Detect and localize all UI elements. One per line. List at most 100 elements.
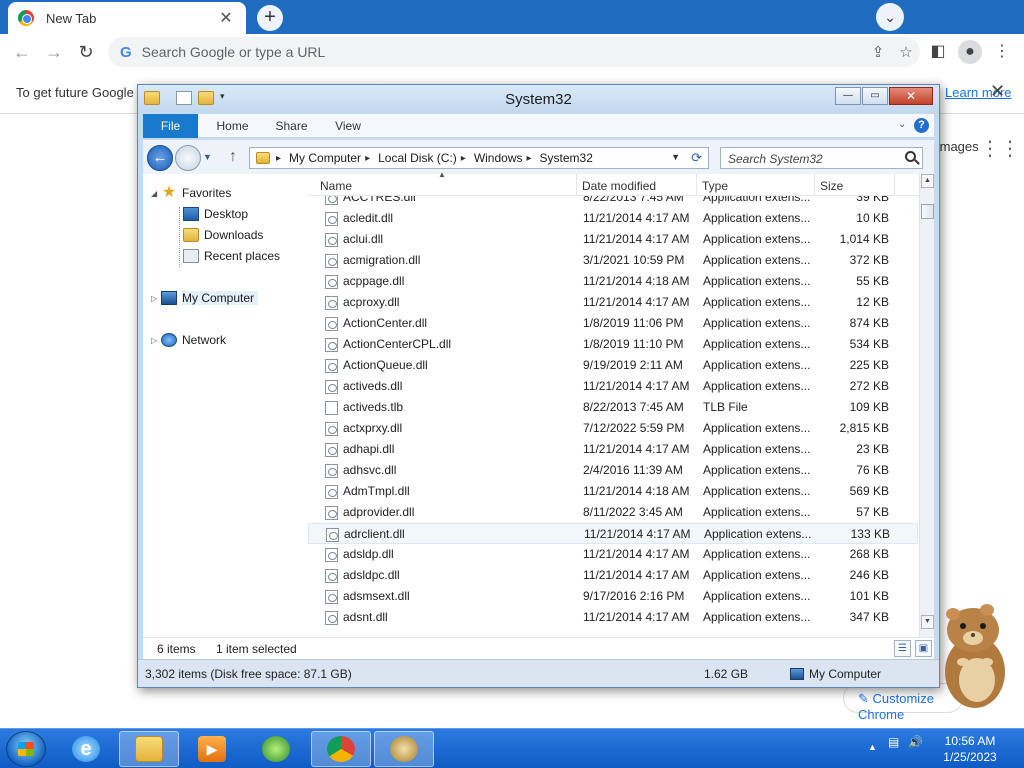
breadcrumb-chevron-icon[interactable]: ▸: [276, 153, 281, 164]
share-icon[interactable]: ⇪: [864, 43, 892, 61]
scroll-up-arrow-icon[interactable]: ▲: [921, 174, 934, 188]
google-apps-icon[interactable]: ⋮⋮: [980, 137, 1020, 161]
details-view-icon[interactable]: ☰: [894, 640, 911, 657]
file-row[interactable]: actxprxy.dll 7/12/2022 5:59 PM Application…: [308, 418, 918, 439]
file-row[interactable]: acproxy.dll 11/21/2014 4:17 AM Application…: [308, 292, 918, 313]
help-icon[interactable]: ?: [914, 118, 929, 133]
nav-recent-places[interactable]: Recent places: [183, 246, 280, 266]
nav-network[interactable]: ▷ Network: [151, 330, 226, 350]
address-bar[interactable]: ▸ My Computer ▸ Local Disk (C:) ▸ Window…: [249, 147, 709, 169]
column-header-type[interactable]: Type: [702, 179, 728, 193]
scrollbar-thumb[interactable]: [921, 204, 934, 219]
taskbar-internet-explorer[interactable]: e: [56, 731, 116, 767]
search-input[interactable]: Search System32: [720, 147, 923, 169]
back-arrow-icon[interactable]: ←: [10, 40, 34, 64]
bookmark-star-icon[interactable]: ☆: [892, 43, 920, 61]
ribbon-expand-chevron-icon[interactable]: ⌄: [898, 119, 906, 130]
expand-arrow-icon[interactable]: ▷: [151, 336, 161, 345]
column-header-date[interactable]: Date modified: [582, 179, 656, 193]
images-link[interactable]: Images: [936, 139, 979, 154]
infobar-close-icon[interactable]: ✕: [990, 81, 1005, 102]
nav-downloads[interactable]: Downloads: [183, 225, 263, 245]
tray-expand-arrow-icon[interactable]: ▲: [868, 742, 877, 752]
file-row[interactable]: acledit.dll 11/21/2014 4:17 AM Application…: [308, 208, 918, 229]
file-row[interactable]: ActionCenterCPL.dll 1/8/2019 11:10 PM Appl…: [308, 334, 918, 355]
collapse-arrow-icon[interactable]: ◢: [151, 189, 161, 198]
taskbar-media-player[interactable]: ▶: [182, 731, 242, 767]
forward-button[interactable]: [175, 145, 201, 171]
up-level-icon[interactable]: ↑: [229, 148, 237, 166]
taskbar-file-explorer[interactable]: [119, 731, 179, 767]
breadcrumb-my-computer[interactable]: My Computer: [289, 151, 361, 165]
ribbon-tab-home[interactable]: Home: [205, 114, 260, 138]
chrome-menu-icon[interactable]: ⋮: [990, 40, 1014, 64]
file-row[interactable]: ActionQueue.dll 9/19/2019 2:11 AM Applicat…: [308, 355, 918, 376]
breadcrumb-chevron-icon[interactable]: ▸: [461, 153, 466, 164]
file-row[interactable]: ACCTRES.dll 8/22/2013 7:45 AM Application …: [308, 196, 918, 208]
file-row[interactable]: adprovider.dll 8/11/2022 3:45 AM Applicati…: [308, 502, 918, 523]
file-row[interactable]: adrclient.dll 11/21/2014 4:17 AM Applicati…: [308, 523, 918, 544]
vertical-scrollbar[interactable]: ▲ ▼: [919, 174, 934, 637]
address-dropdown-icon[interactable]: ▼: [671, 152, 680, 162]
column-divider[interactable]: [894, 174, 895, 196]
column-header-name[interactable]: Name: [320, 179, 352, 193]
breadcrumb-local-disk[interactable]: Local Disk (C:): [378, 151, 457, 165]
taskbar-settings-app[interactable]: [374, 731, 434, 767]
file-row[interactable]: adsmsext.dll 9/17/2016 2:16 PM Application…: [308, 586, 918, 607]
tab-close-icon[interactable]: ✕: [216, 8, 236, 28]
ribbon-tab-view[interactable]: View: [323, 114, 373, 138]
search-icon[interactable]: [905, 151, 916, 162]
column-divider[interactable]: [814, 174, 815, 196]
file-row[interactable]: adhapi.dll 11/21/2014 4:17 AM Application …: [308, 439, 918, 460]
hamster-pet-icon[interactable]: [933, 600, 1011, 710]
column-header-size[interactable]: Size: [820, 179, 843, 193]
file-row[interactable]: adsnt.dll 11/21/2014 4:17 AM Application e…: [308, 607, 918, 628]
back-button[interactable]: ←: [147, 145, 173, 171]
file-row[interactable]: adsldp.dll 11/21/2014 4:17 AM Application …: [308, 544, 918, 565]
nav-my-computer[interactable]: ▷ My Computer: [151, 288, 259, 308]
close-button[interactable]: ✕: [889, 87, 933, 105]
maximize-button[interactable]: ▭: [862, 87, 888, 105]
profile-avatar-icon[interactable]: ●: [958, 40, 982, 64]
ribbon-tab-share[interactable]: Share: [264, 114, 319, 138]
new-tab-button[interactable]: +: [257, 5, 283, 31]
large-icons-view-icon[interactable]: ▣: [915, 640, 932, 657]
volume-tray-icon[interactable]: 🔊: [908, 735, 923, 749]
file-row[interactable]: adhsvc.dll 2/4/2016 11:39 AM Application e…: [308, 460, 918, 481]
network-tray-icon[interactable]: ▤: [888, 735, 899, 749]
file-row[interactable]: ActionCenter.dll 1/8/2019 11:06 PM Applica…: [308, 313, 918, 334]
refresh-icon[interactable]: ⟳: [691, 150, 702, 166]
omnibox[interactable]: G Search Google or type a URL ⇪ ☆: [108, 37, 920, 67]
chrome-tab-new-tab[interactable]: New Tab ✕: [8, 2, 246, 34]
nav-favorites[interactable]: ◢ ★ Favorites: [151, 183, 231, 203]
tab-search-button[interactable]: ⌄: [876, 3, 904, 31]
start-button[interactable]: [6, 731, 46, 767]
breadcrumb-chevron-icon[interactable]: ▸: [365, 153, 370, 164]
file-row[interactable]: aclui.dll 11/21/2014 4:17 AM Application e…: [308, 229, 918, 250]
breadcrumb-chevron-icon[interactable]: ▸: [527, 153, 532, 164]
explorer-titlebar[interactable]: ▾ System32 — ▭ ✕: [138, 85, 939, 113]
file-row[interactable]: acmigration.dll 3/1/2021 10:59 PM Applicat…: [308, 250, 918, 271]
ribbon-tab-file[interactable]: File: [143, 114, 198, 138]
file-row[interactable]: activeds.tlb 8/22/2013 7:45 AM TLB File 109…: [308, 397, 918, 418]
recent-locations-dropdown-icon[interactable]: ▼: [203, 152, 212, 162]
file-type: Application extens...: [703, 211, 811, 225]
file-row[interactable]: AdmTmpl.dll 11/21/2014 4:18 AM Application…: [308, 481, 918, 502]
breadcrumb-system32[interactable]: System32: [540, 151, 593, 165]
nav-desktop-label: Desktop: [204, 207, 249, 221]
nav-desktop[interactable]: Desktop: [183, 204, 248, 224]
expand-arrow-icon[interactable]: ▷: [151, 294, 161, 303]
column-divider[interactable]: [696, 174, 697, 196]
clock[interactable]: 10:56 AM 1/25/2023: [930, 733, 1010, 765]
file-row[interactable]: activeds.dll 11/21/2014 4:17 AM Applicatio…: [308, 376, 918, 397]
file-row[interactable]: adsldpc.dll 11/21/2014 4:17 AM Application…: [308, 565, 918, 586]
taskbar-windows-media[interactable]: [246, 731, 306, 767]
side-panel-icon[interactable]: ◧: [926, 40, 950, 64]
forward-arrow-icon[interactable]: →: [42, 40, 66, 64]
breadcrumb-windows[interactable]: Windows: [474, 151, 523, 165]
minimize-button[interactable]: —: [835, 87, 861, 105]
column-divider[interactable]: [576, 174, 577, 196]
taskbar-chrome[interactable]: [311, 731, 371, 767]
reload-icon[interactable]: ↻: [74, 40, 98, 64]
file-row[interactable]: acppage.dll 11/21/2014 4:18 AM Application…: [308, 271, 918, 292]
